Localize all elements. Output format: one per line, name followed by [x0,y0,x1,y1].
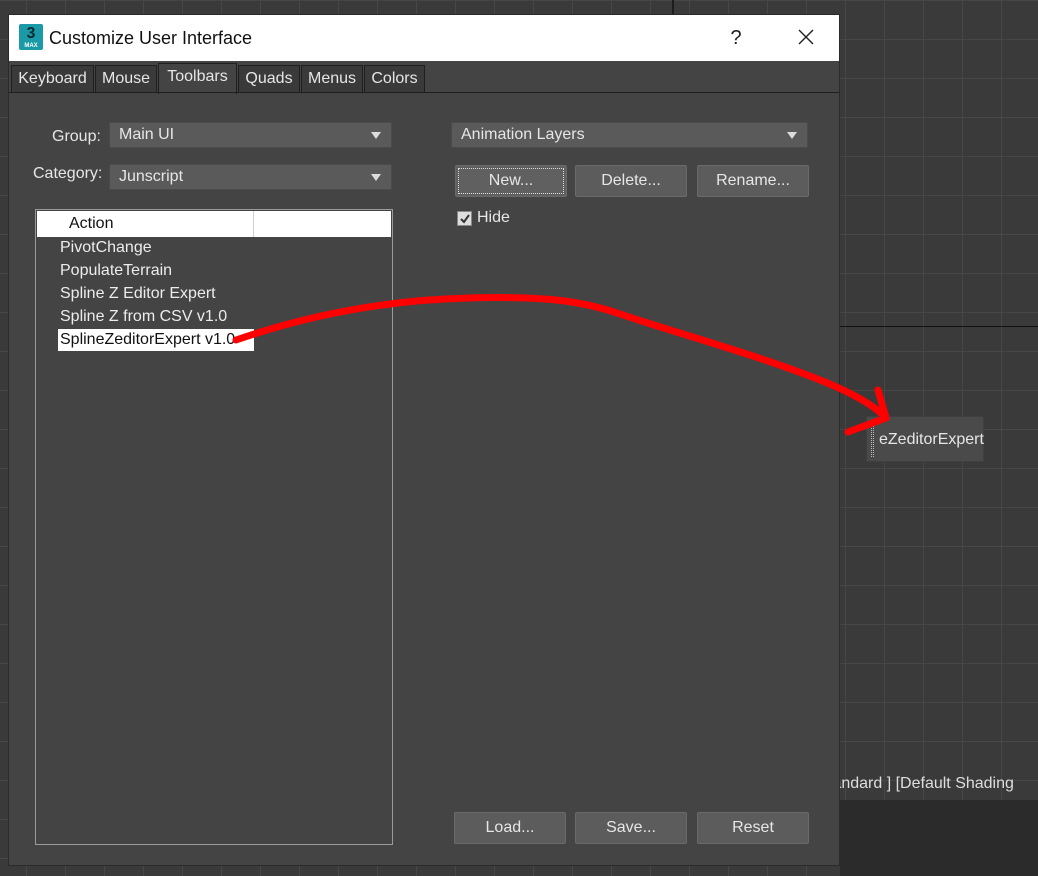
category-dropdown[interactable]: Junscript [109,164,392,190]
action-list[interactable]: Action PivotChange PopulateTerrain Splin… [35,209,393,845]
tab-mouse[interactable]: Mouse [95,65,157,93]
load-button[interactable]: Load... [454,812,566,844]
tab-bar: Keyboard Mouse Toolbars Quads Menus Colo… [9,61,839,94]
list-item-selected[interactable]: SplineZeditorExpert v1.0 [58,329,254,351]
rename-button[interactable]: Rename... [697,165,809,197]
new-button[interactable]: New... [455,165,567,197]
group-label: Group: [52,128,101,145]
hide-checkbox-label: Hide [477,209,510,226]
toolbar-dropdown-value: Animation Layers [461,126,585,143]
floating-toolbar[interactable]: eZeditorExpert [866,416,984,462]
delete-button[interactable]: Delete... [575,165,687,197]
list-item[interactable]: Spline Z from CSV v1.0 [58,306,229,328]
dialog-title: Customize User Interface [49,28,253,48]
tab-panel-border [9,92,839,93]
tab-menus[interactable]: Menus [301,65,363,93]
chevron-down-icon [371,132,381,139]
save-button[interactable]: Save... [575,812,687,844]
action-list-header[interactable]: Action [37,211,391,237]
app-icon-subtext: MAX [24,43,38,49]
column-header-action[interactable]: Action [37,211,254,237]
tab-colors[interactable]: Colors [364,65,425,93]
category-dropdown-value: Junscript [119,168,184,185]
customize-ui-dialog: 3 MAX Customize User Interface ? Keyboar… [8,14,840,866]
titlebar[interactable]: 3 MAX Customize User Interface ? [9,15,839,61]
category-label: Category: [33,165,103,182]
list-item[interactable]: Spline Z Editor Expert [58,283,218,305]
viewport-label[interactable]: tandard ] [Default Shading [828,775,1038,797]
group-dropdown[interactable]: Main UI [109,122,392,148]
group-dropdown-value: Main UI [119,126,175,143]
help-button[interactable]: ? [721,23,751,53]
chevron-down-icon [787,132,797,139]
list-item[interactable]: PopulateTerrain [58,260,174,282]
tab-keyboard[interactable]: Keyboard [11,65,94,93]
tab-quads[interactable]: Quads [238,65,300,93]
viewport-divider [840,326,1038,327]
close-button[interactable] [789,23,823,53]
tab-toolbars[interactable]: Toolbars [158,63,237,94]
close-icon [798,29,814,45]
reset-button[interactable]: Reset [697,812,809,844]
toolbar-button-spline-z-editor[interactable]: eZeditorExpert [879,431,984,449]
app-icon-glyph: 3 [26,25,36,42]
checkmark-icon [460,214,470,224]
hide-checkbox[interactable] [457,211,472,226]
app-icon: 3 MAX [19,24,43,50]
toolbar-dropdown[interactable]: Animation Layers [451,122,808,148]
list-item[interactable]: PivotChange [58,237,154,259]
chevron-down-icon [371,174,381,181]
viewport-footer-area [840,800,1038,876]
viewport-divider-vertical [672,0,674,14]
toolbar-grip-handle[interactable] [871,425,874,457]
